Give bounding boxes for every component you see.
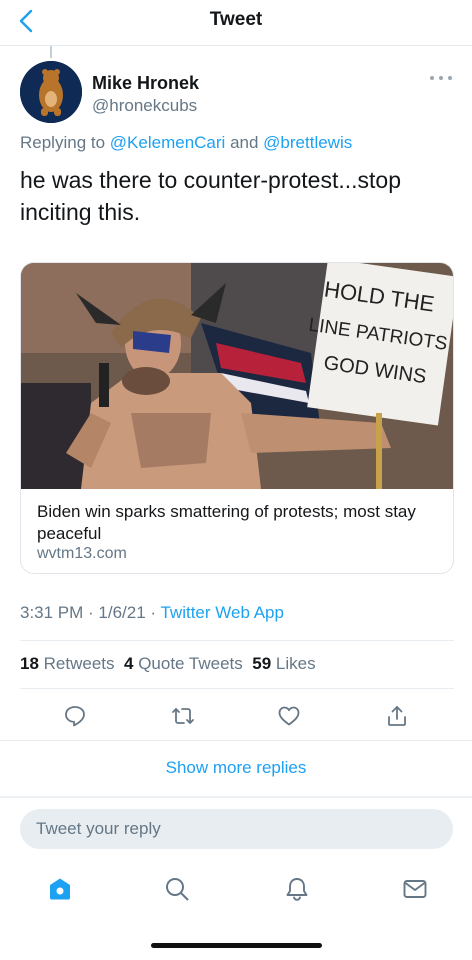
like-icon[interactable] <box>277 704 301 728</box>
page-title: Tweet <box>209 9 263 30</box>
retweets-label[interactable]: Retweets <box>44 654 115 673</box>
divider <box>20 688 454 689</box>
mention-link[interactable]: @KelemenCari <box>110 133 226 152</box>
likes-label[interactable]: Likes <box>276 654 316 673</box>
card-domain: wvtm13.com <box>37 545 127 562</box>
likes-count[interactable]: 59 <box>252 654 271 673</box>
search-icon[interactable] <box>164 876 190 902</box>
divider <box>0 740 472 741</box>
author-name[interactable]: Mike Hronek <box>92 73 199 94</box>
tweet-text: he was there to counter-protest...stop i… <box>20 167 401 225</box>
tweet-timestamp: 3:31 PM · 1/6/21 · <box>20 603 161 622</box>
card-headline[interactable]: Biden win sparks smattering of protests;… <box>37 501 447 545</box>
bear-logo-icon <box>20 61 82 123</box>
quote-tweets-label[interactable]: Quote Tweets <box>138 654 243 673</box>
replying-to: Replying to @KelemenCari and @brettlewis <box>20 133 352 153</box>
mention-link[interactable]: @brettlewis <box>263 133 352 152</box>
messages-icon[interactable] <box>402 876 428 902</box>
reply-placeholder: Tweet your reply <box>36 819 161 838</box>
retweets-count[interactable]: 18 <box>20 654 39 673</box>
share-icon[interactable] <box>385 704 409 728</box>
link-card[interactable]: HOLD THE LINE PATRIOTS GOD WINS Biden wi… <box>20 262 454 574</box>
notifications-icon[interactable] <box>284 876 310 902</box>
retweet-icon[interactable] <box>171 704 195 728</box>
thread-connector-line <box>50 46 52 58</box>
divider <box>20 640 454 641</box>
replying-prefix: Replying to <box>20 133 106 152</box>
tweet-stats: 18 Retweets 4 Quote Tweets 59 Likes <box>20 654 316 674</box>
avatar[interactable] <box>20 61 82 123</box>
quote-tweets-count[interactable]: 4 <box>124 654 133 673</box>
author-handle[interactable]: @hronekcubs <box>92 96 197 116</box>
tweet-meta: 3:31 PM · 1/6/21 · Twitter Web App <box>20 603 284 623</box>
show-more-replies-button[interactable]: Show more replies <box>0 758 472 778</box>
divider <box>0 796 472 798</box>
nav-bar: Tweet <box>0 0 472 46</box>
reply-icon[interactable] <box>63 704 87 728</box>
home-indicator <box>151 943 322 948</box>
source-app-link[interactable]: Twitter Web App <box>160 603 283 622</box>
more-options-icon[interactable] <box>428 73 454 83</box>
home-icon[interactable] <box>47 876 73 902</box>
reply-input[interactable]: Tweet your reply <box>20 809 453 849</box>
card-photo[interactable]: HOLD THE LINE PATRIOTS GOD WINS <box>21 263 454 489</box>
replying-and: and <box>230 133 259 152</box>
